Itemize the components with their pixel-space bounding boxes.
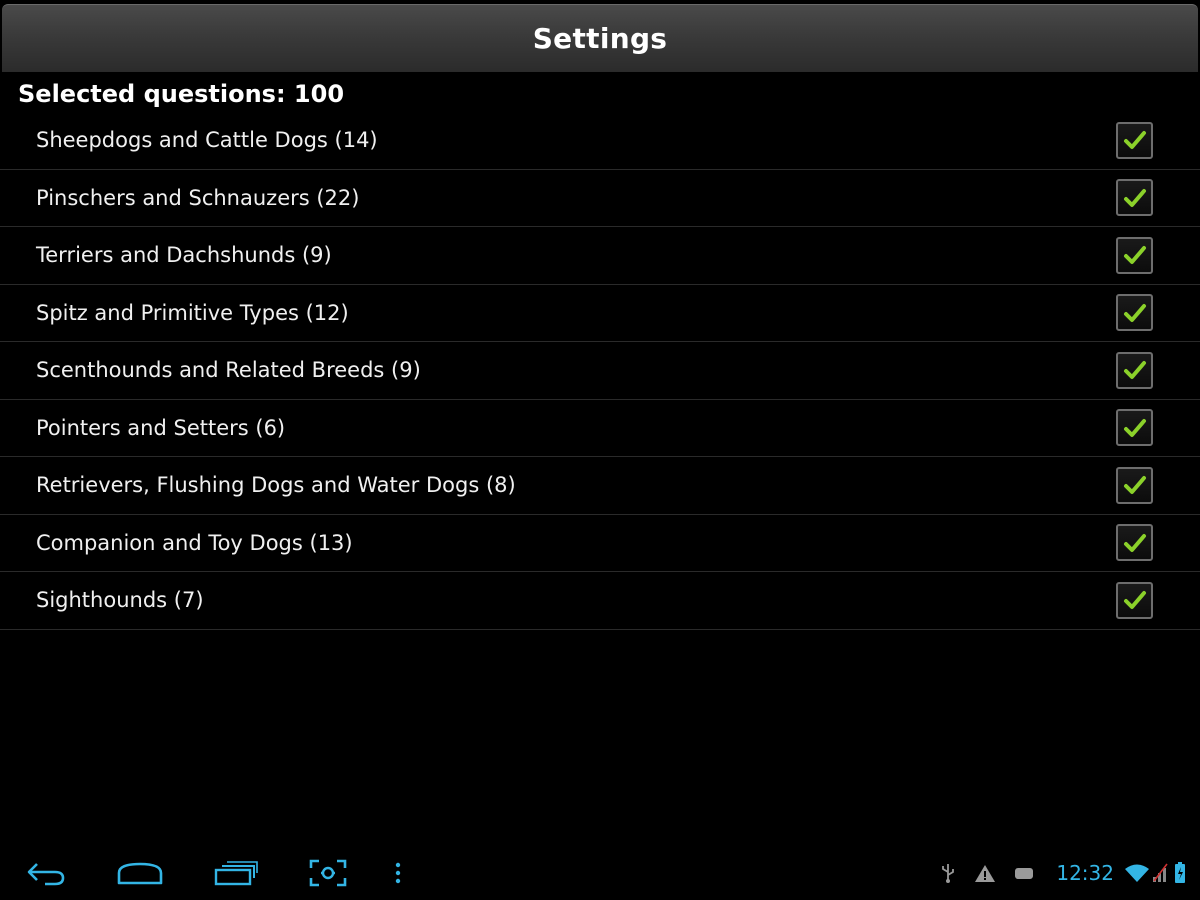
notification-icon: [1014, 865, 1034, 881]
category-label: Retrievers, Flushing Dogs and Water Dogs…: [36, 473, 516, 498]
category-list: Sheepdogs and Cattle Dogs (14) Pinschers…: [0, 112, 1200, 630]
home-button[interactable]: [110, 856, 170, 890]
screenshot-button[interactable]: [298, 856, 358, 890]
title-bar: Settings: [2, 4, 1198, 72]
usb-icon: [940, 862, 956, 884]
list-item[interactable]: Pointers and Setters (6): [0, 400, 1200, 457]
checkmark-icon: [1123, 188, 1146, 207]
category-label: Sighthounds (7): [36, 588, 204, 613]
category-label: Sheepdogs and Cattle Dogs (14): [36, 128, 378, 153]
list-item[interactable]: Terriers and Dachshunds (9): [0, 227, 1200, 285]
settings-screen: Settings Selected questions: 100 Sheepdo…: [0, 0, 1200, 900]
list-item[interactable]: Spitz and Primitive Types (12): [0, 285, 1200, 342]
category-label: Terriers and Dachshunds (9): [36, 243, 332, 268]
category-label: Pointers and Setters (6): [36, 415, 286, 440]
checkmark-icon: [1123, 131, 1146, 150]
checkmark-icon: [1123, 476, 1146, 495]
recent-apps-icon: [214, 861, 258, 886]
warning-icon: [974, 863, 996, 883]
back-button[interactable]: [16, 856, 76, 890]
category-checkbox[interactable]: [1116, 236, 1153, 274]
back-icon: [27, 863, 65, 886]
status-area[interactable]: 12:32: [924, 858, 1186, 888]
category-label: Scenthounds and Related Breeds (9): [36, 358, 421, 383]
list-item[interactable]: Companion and Toy Dogs (13): [0, 515, 1200, 572]
checkmark-icon: [1123, 361, 1146, 380]
checkmark-icon: [1123, 591, 1146, 610]
home-icon: [117, 862, 163, 885]
checkmark-icon: [1123, 303, 1146, 322]
category-checkbox[interactable]: [1116, 409, 1153, 447]
battery-icon: [1174, 862, 1186, 884]
category-label: Companion and Toy Dogs (13): [36, 530, 353, 555]
menu-icon: [395, 862, 401, 884]
selected-questions-count: Selected questions: 100: [18, 80, 345, 108]
list-item[interactable]: Retrievers, Flushing Dogs and Water Dogs…: [0, 457, 1200, 515]
checkmark-icon: [1123, 246, 1146, 265]
category-checkbox[interactable]: [1116, 581, 1153, 619]
list-item[interactable]: Sighthounds (7): [0, 572, 1200, 630]
category-checkbox[interactable]: [1116, 351, 1153, 389]
page-title: Settings: [532, 22, 668, 55]
screenshot-icon: [309, 859, 347, 887]
category-checkbox[interactable]: [1116, 466, 1153, 504]
list-item[interactable]: Scenthounds and Related Breeds (9): [0, 342, 1200, 400]
checkmark-icon: [1123, 533, 1146, 552]
list-item[interactable]: Pinschers and Schnauzers (22): [0, 170, 1200, 227]
category-checkbox[interactable]: [1116, 179, 1153, 217]
category-label: Spitz and Primitive Types (12): [36, 300, 349, 325]
clock: 12:32: [1056, 861, 1114, 885]
signal-icon: [1152, 863, 1168, 883]
category-label: Pinschers and Schnauzers (22): [36, 185, 360, 210]
menu-button[interactable]: [368, 856, 428, 890]
category-checkbox[interactable]: [1116, 294, 1153, 332]
category-checkbox[interactable]: [1116, 524, 1153, 562]
category-checkbox[interactable]: [1116, 121, 1153, 159]
checkmark-icon: [1123, 418, 1146, 437]
wifi-icon: [1124, 863, 1150, 883]
recent-apps-button[interactable]: [206, 856, 266, 890]
list-item[interactable]: Sheepdogs and Cattle Dogs (14): [0, 112, 1200, 170]
system-navigation-bar: 12:32: [0, 846, 1200, 900]
